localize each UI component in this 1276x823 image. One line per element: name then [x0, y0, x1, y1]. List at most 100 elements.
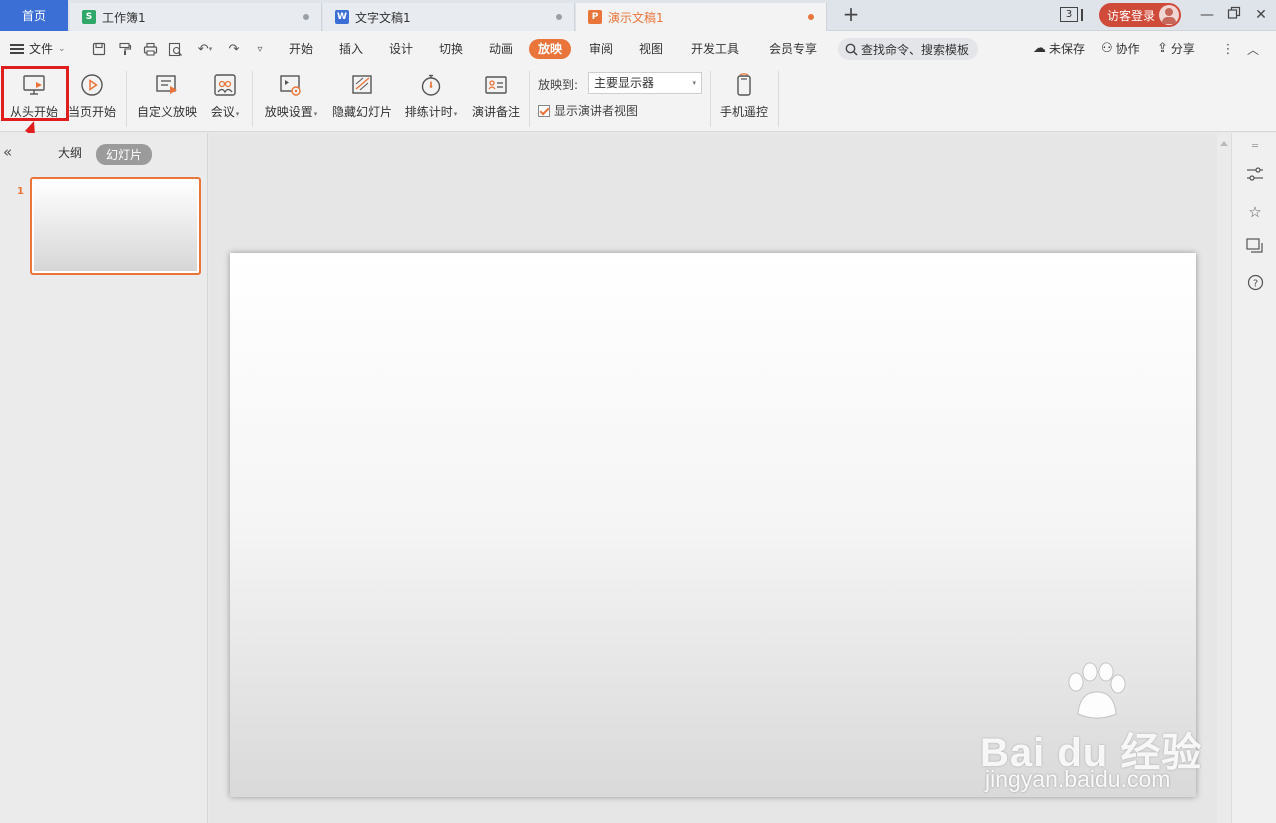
stopwatch-icon — [419, 73, 443, 97]
speaker-notes-button[interactable]: 演讲备注 — [470, 71, 522, 127]
tab-close-dot[interactable] — [808, 14, 814, 20]
meeting-button[interactable]: 会议▾ — [205, 71, 245, 127]
tab-bar: 首页 S 工作簿1 W 文字文稿1 P 演示文稿1 + 3 访客登录 — ✕ — [0, 0, 1276, 31]
speaker-notes-label: 演讲备注 — [471, 105, 520, 119]
window-count-bar — [1081, 9, 1083, 21]
vertical-scrollbar[interactable] — [1217, 133, 1231, 823]
from-current-button[interactable]: 当页开始 — [66, 71, 118, 127]
print-icon[interactable] — [141, 40, 159, 58]
show-on-label: 放映到: — [538, 78, 579, 92]
tab-label: 工作簿1 — [102, 10, 146, 25]
settings-slide-icon — [279, 73, 303, 97]
share-button[interactable]: ⇪ 分享 — [1157, 40, 1195, 57]
share-icon: ⇪ — [1157, 41, 1168, 56]
chevron-down-icon: ▾ — [692, 79, 696, 87]
ribbon-divider — [252, 71, 253, 127]
tab-view[interactable]: 视图 — [639, 39, 663, 59]
unsaved-label: 未保存 — [1049, 42, 1086, 56]
tab-writer-doc[interactable]: W 文字文稿1 — [323, 3, 575, 31]
print-preview-icon[interactable] — [166, 40, 184, 58]
rehearse-timing-button[interactable]: 排练计时▾ — [401, 71, 461, 127]
redo-icon[interactable]: ↷ — [225, 40, 243, 58]
chevron-down-icon: ⌄ — [58, 43, 66, 54]
file-menu[interactable]: 文件 ⌄ — [10, 40, 66, 57]
phone-remote-label: 手机遥控 — [719, 105, 768, 119]
custom-show-label: 自定义放映 — [136, 105, 197, 119]
format-painter-icon[interactable] — [116, 40, 134, 58]
home-tab[interactable]: 首页 — [0, 0, 68, 31]
tab-outline[interactable]: 大纲 — [58, 144, 82, 161]
show-settings-label: 放映设置▾ — [264, 105, 318, 119]
presenter-view-checkbox[interactable]: 显示演讲者视图 — [538, 102, 638, 119]
slide-switch-icon[interactable] — [1245, 238, 1265, 258]
custom-show-icon — [155, 73, 179, 97]
login-label: 访客登录 — [1107, 8, 1156, 23]
tab-review[interactable]: 审阅 — [589, 39, 613, 59]
collapse-ribbon-icon[interactable]: ︿ — [1244, 40, 1262, 58]
user-plus-icon: ⚇ — [1101, 41, 1113, 56]
close-icon[interactable]: ✕ — [1252, 6, 1270, 24]
more-options-icon[interactable]: ⋮ — [1219, 40, 1237, 58]
speaker-notes-icon — [484, 73, 508, 97]
collab-button[interactable]: ⚇ 协作 — [1101, 40, 1140, 57]
star-icon[interactable]: ☆ — [1245, 202, 1265, 222]
tab-design[interactable]: 设计 — [389, 39, 413, 59]
scroll-up-icon[interactable] — [1220, 141, 1228, 146]
monitor-select-value: 主要显示器 — [594, 76, 655, 90]
presentation-icon: P — [588, 10, 602, 24]
spreadsheet-icon: S — [82, 10, 96, 24]
phone-remote-button[interactable]: 手机遥控 — [718, 71, 770, 127]
customize-toolbar-icon[interactable]: ▿ — [251, 40, 269, 58]
from-current-label: 当页开始 — [67, 105, 116, 119]
share-label: 分享 — [1170, 42, 1195, 56]
plus-icon[interactable]: + — [840, 4, 862, 26]
ribbon: 从头开始 当页开始 自定义放映 会议▾ 放映设置▾ 隐藏幻灯片 排练计时▾ 演讲… — [0, 67, 1276, 132]
custom-show-button[interactable]: 自定义放映 — [136, 71, 198, 127]
undo-icon[interactable]: ↶ ▾ — [192, 40, 218, 58]
tab-member[interactable]: 会员专享 — [769, 39, 817, 59]
monitor-select[interactable]: 主要显示器 ▾ — [588, 72, 702, 94]
right-sidebar: ═ ☆ ? — [1231, 133, 1276, 823]
login-button[interactable]: 访客登录 — [1099, 3, 1181, 27]
restore-icon[interactable] — [1225, 6, 1243, 24]
slide-canvas[interactable] — [230, 253, 1196, 797]
tab-slideshow[interactable]: 放映 — [529, 39, 572, 59]
watermark-url: jingyan.baidu.com — [985, 766, 1171, 792]
window-count-icon[interactable]: 3 — [1060, 7, 1078, 22]
show-settings-button[interactable]: 放映设置▾ — [261, 71, 321, 127]
command-search[interactable]: 查找命令、搜索模板 — [838, 38, 978, 60]
cloud-icon: ☁ — [1033, 41, 1046, 56]
avatar — [1159, 5, 1179, 25]
tab-slides[interactable]: 幻灯片 — [96, 144, 153, 165]
hide-slide-button[interactable]: 隐藏幻灯片 — [331, 71, 393, 127]
double-chevron-left-icon[interactable]: « — [3, 143, 12, 161]
tab-presentation[interactable]: P 演示文稿1 — [576, 3, 827, 31]
tab-close-dot[interactable] — [556, 14, 562, 20]
slide-panel: « 大纲 幻灯片 1 — [0, 133, 208, 823]
properties-icon[interactable] — [1245, 166, 1265, 186]
presenter-view-label: 显示演讲者视图 — [554, 104, 639, 118]
tab-start[interactable]: 开始 — [289, 39, 313, 59]
hide-slide-icon — [350, 73, 374, 97]
tab-workbook[interactable]: S 工作簿1 — [70, 3, 322, 31]
ribbon-divider — [529, 71, 530, 127]
drag-handle-icon[interactable]: ═ — [1245, 137, 1265, 157]
ribbon-divider — [710, 71, 711, 127]
ribbon-divider — [126, 71, 127, 127]
checkbox-checked-icon[interactable] — [538, 104, 550, 117]
minimize-icon[interactable]: — — [1198, 6, 1216, 24]
slide-thumbnail[interactable] — [30, 177, 201, 275]
tab-animation[interactable]: 动画 — [489, 39, 513, 59]
tab-insert[interactable]: 插入 — [339, 39, 363, 59]
meeting-icon — [213, 73, 237, 97]
highlight-box — [1, 66, 69, 121]
save-icon[interactable] — [90, 40, 108, 58]
svg-text:?: ? — [1252, 279, 1257, 290]
slide-number: 1 — [17, 186, 24, 197]
tab-close-dot[interactable] — [303, 14, 309, 20]
tab-transition[interactable]: 切换 — [439, 39, 463, 59]
tab-developer[interactable]: 开发工具 — [691, 39, 739, 59]
unsaved-button[interactable]: ☁ 未保存 — [1033, 40, 1085, 57]
help-icon[interactable]: ? — [1245, 274, 1265, 294]
play-circle-icon — [80, 73, 104, 97]
